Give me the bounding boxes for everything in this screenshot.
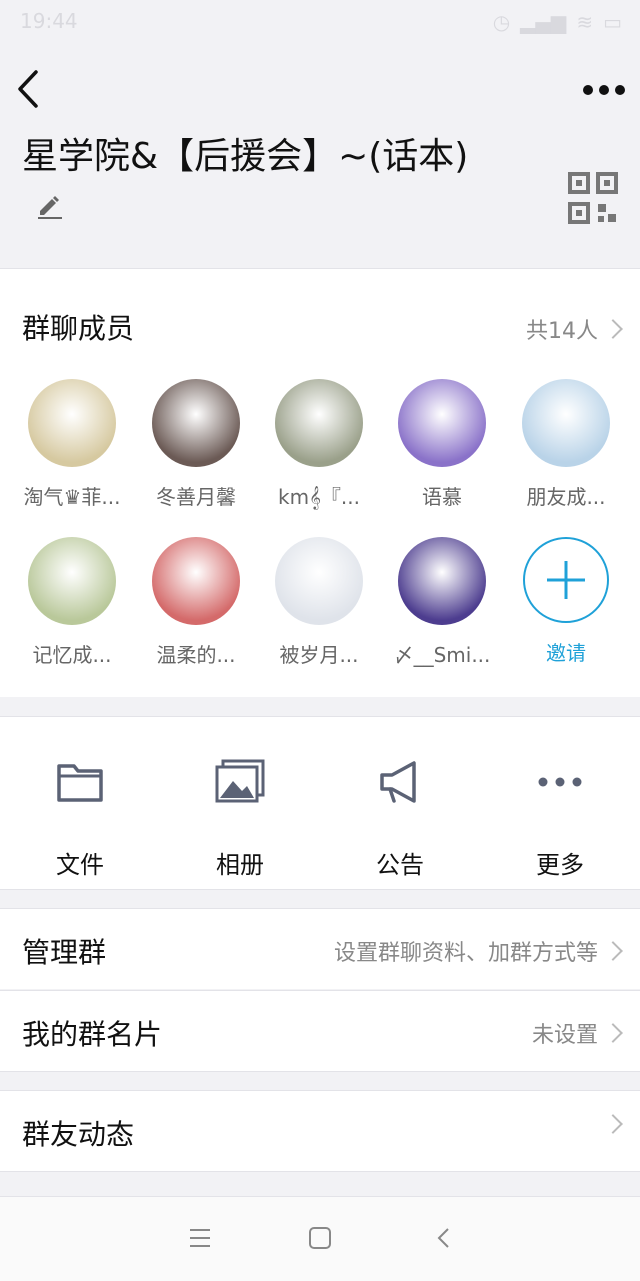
manage-group-row[interactable]: 管理群 设置群聊资料、加群方式等 (0, 908, 640, 989)
member-item[interactable]: 淘气♛菲... (12, 379, 132, 510)
member-item[interactable]: 〆__Smi... (382, 537, 502, 668)
more-dots-icon (583, 85, 625, 95)
members-title: 群聊成员 (22, 312, 135, 345)
files-label: 文件 (56, 851, 104, 879)
invite-circle (523, 537, 609, 623)
group-feed-chevron-wrap (603, 1114, 623, 1134)
members-section: 群聊成员 共14人 淘气♛菲... 冬善月馨 km𝄞『... 语慕 朋友成...… (0, 268, 640, 697)
back-arrow-icon (18, 70, 38, 108)
member-item[interactable]: km𝄞『... (259, 379, 379, 510)
more-options-button[interactable] (580, 70, 628, 110)
avatar (152, 537, 240, 625)
more-button[interactable]: 更多 (500, 757, 620, 880)
group-feed-row[interactable]: 群友动态 (0, 1090, 640, 1172)
alarm-icon: ◷ (492, 10, 511, 34)
album-button[interactable]: 相册 (180, 757, 300, 880)
album-label: 相册 (216, 851, 264, 879)
member-name: 语慕 (422, 485, 462, 509)
my-group-card-row[interactable]: 我的群名片 未设置 (0, 990, 640, 1072)
manage-group-label: 管理群 (22, 936, 107, 969)
my-group-card-label: 我的群名片 (22, 1018, 163, 1051)
announcement-label: 公告 (376, 851, 424, 879)
member-name: 记忆成... (32, 643, 112, 667)
menu-icon[interactable] (188, 1227, 212, 1249)
member-name: 〆__Smi... (393, 643, 491, 667)
my-group-card-value-wrap: 未设置 (531, 1017, 623, 1049)
member-count-link[interactable]: 共14人 (526, 313, 623, 345)
status-bar: 19:44 ◷ ▂▄▆ ≋ ▭ (0, 0, 640, 44)
member-name: 被岁月... (279, 643, 359, 667)
manage-group-value: 设置群聊资料、加群方式等 (333, 941, 598, 966)
signal-icon: ▂▄▆ (520, 10, 567, 34)
member-count: 共14人 (526, 319, 598, 344)
chevron-right-icon (603, 1114, 623, 1134)
status-time: 19:44 (20, 9, 78, 33)
battery-icon: ▭ (603, 10, 622, 34)
more-label: 更多 (536, 851, 584, 879)
member-item[interactable]: 被岁月... (259, 537, 379, 668)
actions-section: 文件 相册 公告 更多 (0, 716, 640, 890)
member-item[interactable]: 记忆成... (12, 537, 132, 668)
system-nav-bar (0, 1196, 640, 1281)
member-name: 朋友成... (526, 485, 606, 509)
invite-label: 邀请 (546, 641, 586, 665)
member-name: 冬善月馨 (156, 485, 236, 509)
invite-button[interactable]: 邀请 (506, 537, 626, 666)
member-name: 淘气♛菲... (23, 485, 121, 509)
avatar (398, 379, 486, 467)
avatar (275, 537, 363, 625)
album-icon (180, 757, 300, 807)
member-item[interactable]: 朋友成... (506, 379, 626, 510)
folder-icon (20, 757, 140, 807)
group-title-text: 星学院&【后援会】~(话本) (22, 136, 469, 177)
avatar (275, 379, 363, 467)
edit-name-icon[interactable] (36, 183, 64, 233)
group-header: 星学院&【后援会】~(话本) (0, 120, 640, 268)
status-icons: ◷ ▂▄▆ ≋ ▭ (493, 10, 622, 34)
member-name: km𝄞『... (278, 485, 360, 509)
avatar (522, 379, 610, 467)
member-name: 温柔的... (156, 643, 236, 667)
files-button[interactable]: 文件 (20, 757, 140, 880)
avatar (152, 379, 240, 467)
more-dots-icon (500, 757, 620, 807)
plus-icon (547, 561, 585, 599)
member-item[interactable]: 语慕 (382, 379, 502, 510)
qr-code-button[interactable] (568, 172, 618, 224)
group-feed-label: 群友动态 (22, 1118, 135, 1151)
chevron-right-icon (603, 941, 623, 961)
chevron-right-icon (603, 319, 623, 339)
wifi-icon: ≋ (576, 10, 594, 34)
member-item[interactable]: 冬善月馨 (136, 379, 256, 510)
announcement-button[interactable]: 公告 (340, 757, 460, 880)
my-group-card-value: 未设置 (531, 1023, 598, 1048)
avatar (28, 537, 116, 625)
qr-code-icon (568, 172, 618, 224)
home-icon[interactable] (308, 1226, 332, 1250)
group-title: 星学院&【后援会】~(话本) (22, 132, 502, 233)
back-button[interactable] (10, 64, 50, 114)
chevron-right-icon (603, 1023, 623, 1043)
system-back-icon[interactable] (434, 1226, 454, 1250)
member-item[interactable]: 温柔的... (136, 537, 256, 668)
manage-group-value-wrap: 设置群聊资料、加群方式等 (333, 935, 623, 967)
avatar (28, 379, 116, 467)
megaphone-icon (340, 757, 460, 807)
avatar (398, 537, 486, 625)
